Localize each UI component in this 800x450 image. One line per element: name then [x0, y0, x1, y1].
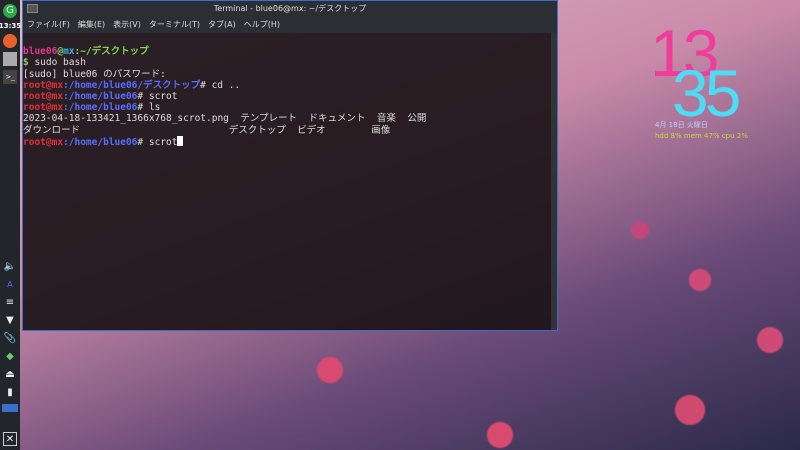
workspace-pager[interactable]	[2, 404, 18, 412]
clipboard-icon[interactable]: 📎	[3, 332, 17, 346]
menu-view[interactable]: 表示(V)	[113, 17, 141, 33]
menu-edit[interactable]: 編集(E)	[78, 17, 105, 33]
output-line: 2023-04-18-133421_1366x768_scrot.png テンプ…	[23, 113, 427, 125]
menu-help[interactable]: ヘルプ(H)	[244, 17, 280, 33]
volume-icon[interactable]: 🔈	[3, 260, 17, 274]
menu-bar: ファイル(F) 編集(E) 表示(V) ターミナル(T) タブ(A) ヘルプ(H…	[23, 17, 557, 33]
keyboard-layout-icon[interactable]: A	[3, 278, 17, 292]
terminal-output[interactable]: blue06@mx:~/デスクトップ $ sudo bash [sudo] blue…	[23, 33, 557, 148]
scrollbar[interactable]	[551, 33, 557, 330]
prompt-line: root@mx:/home/blue06# scrot	[23, 135, 557, 148]
notes-icon[interactable]: ≡	[3, 296, 17, 310]
prompt-line: root@mx:/home/blue06/デスクトップ# cd ..	[23, 79, 241, 91]
conky-stats: hdd 8% mem 47% cpu 2%	[655, 132, 748, 140]
conky-date: 4月 18日 火曜日	[655, 121, 708, 129]
file-manager-icon[interactable]	[3, 52, 17, 66]
panel-clock[interactable]: 13:35	[0, 22, 21, 30]
window-title: Terminal - blue06@mx: ~/デスクトップ	[213, 4, 367, 13]
firefox-icon[interactable]	[3, 34, 17, 48]
output-line: $ sudo bash	[23, 57, 86, 69]
menu-tabs[interactable]: タブ(A)	[208, 17, 236, 33]
output-line: ダウンロード デスクトップ ビデオ 画像	[23, 124, 391, 136]
prompt-line: root@mx:/home/blue06# ls	[23, 102, 161, 114]
title-bar[interactable]: Terminal - blue06@mx: ~/デスクトップ	[23, 1, 557, 17]
network-icon[interactable]: ▼	[3, 314, 17, 328]
updater-icon[interactable]: ◆	[3, 350, 17, 364]
terminal-window-icon	[27, 4, 38, 13]
battery-icon[interactable]: ▮	[3, 386, 17, 400]
terminal-window[interactable]: Terminal - blue06@mx: ~/デスクトップ ファイル(F) 編…	[22, 0, 558, 331]
logout-icon[interactable]: ✕	[3, 432, 17, 446]
prompt-line: blue06@mx:~/デスクトップ	[23, 46, 149, 58]
output-line: [sudo] blue06 のパスワード:	[23, 68, 166, 80]
menu-file[interactable]: ファイル(F)	[27, 17, 70, 33]
eject-icon[interactable]: ⏏	[3, 368, 17, 382]
menu-terminal[interactable]: ターミナル(T)	[149, 17, 200, 33]
prompt-line: root@mx:/home/blue06# scrot	[23, 91, 178, 103]
terminal-icon[interactable]: >_	[3, 70, 17, 84]
cursor	[177, 135, 184, 146]
taskbar: G 13:35 >_ 🔈 A ≡ ▼ 📎 ◆ ⏏ ▮ ✕	[0, 0, 21, 450]
mx-logo-icon[interactable]: G	[3, 4, 17, 18]
